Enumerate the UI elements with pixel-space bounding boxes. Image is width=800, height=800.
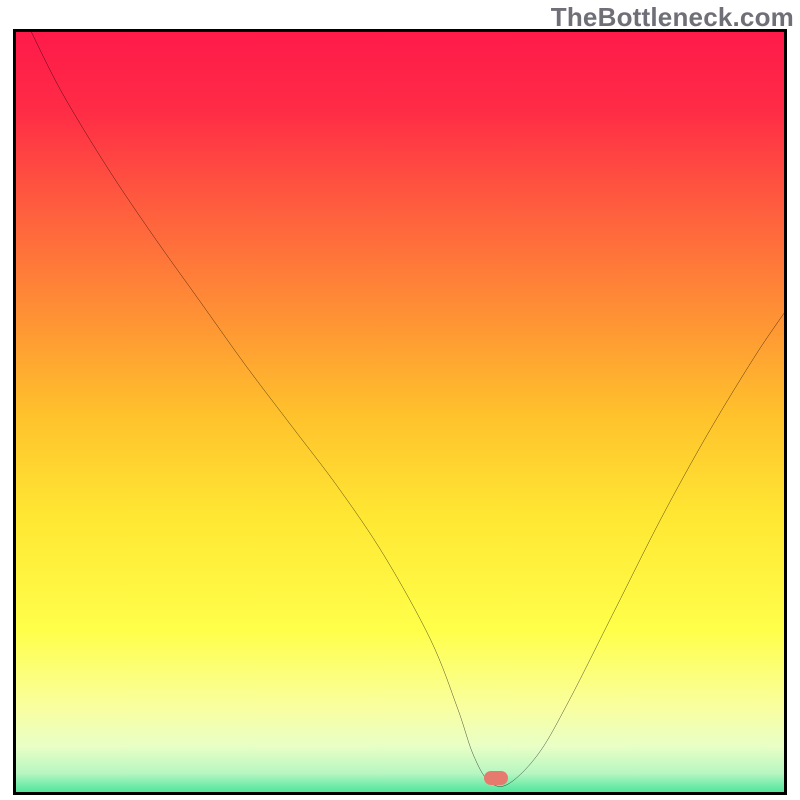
plot-area: [13, 29, 787, 795]
curve-path: [31, 32, 784, 787]
minimum-marker: [484, 771, 508, 785]
chart-stage: TheBottleneck.com: [0, 0, 800, 800]
curve-layer: [16, 32, 784, 792]
watermark-text: TheBottleneck.com: [551, 2, 794, 33]
